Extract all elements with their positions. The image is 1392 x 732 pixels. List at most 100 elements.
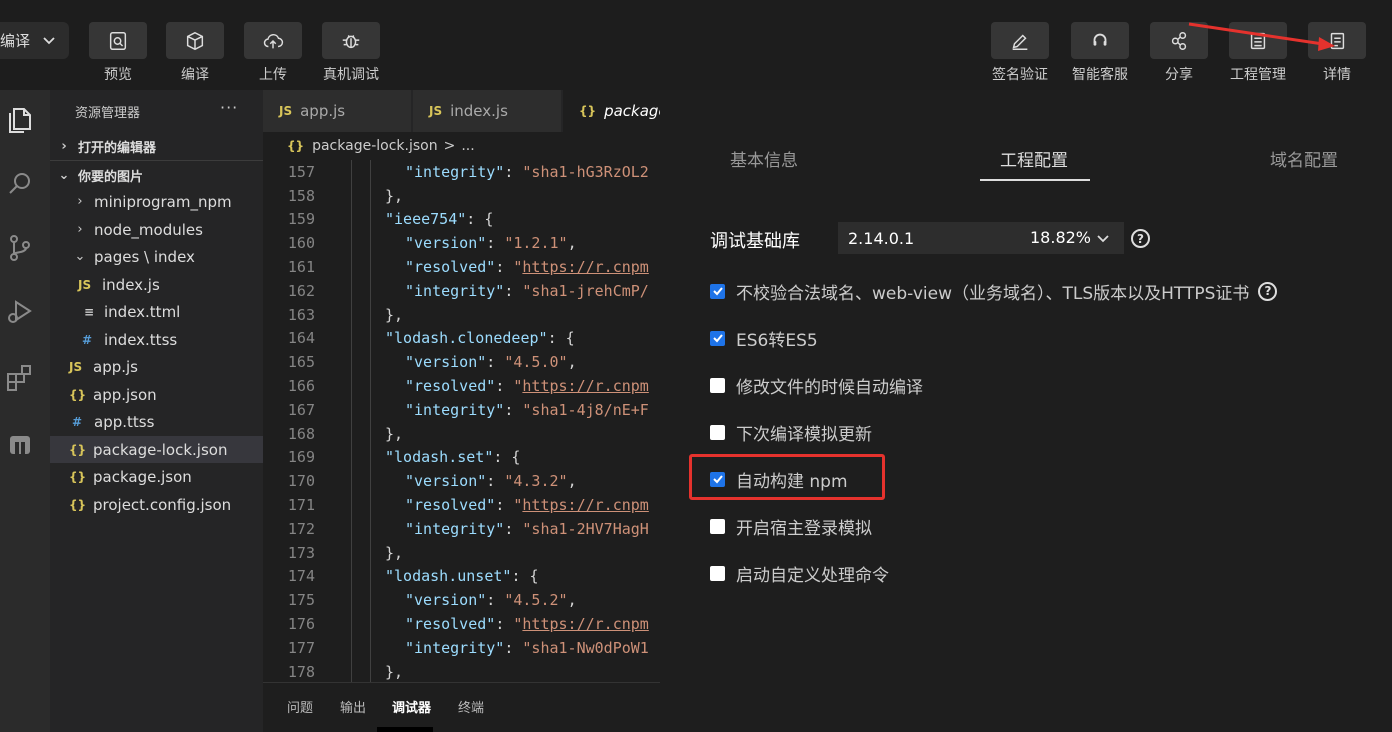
tree-file-package-json[interactable]: {} package.json xyxy=(50,463,263,490)
remote-icon[interactable] xyxy=(4,428,36,460)
code-line[interactable]: 171 "resolved": "https://r.cnpm xyxy=(263,493,660,517)
code-line[interactable]: 167 "integrity": "sha1-4j8/nE+F xyxy=(263,398,660,422)
tab-debugger[interactable]: 调试器 xyxy=(392,697,431,716)
code-line[interactable]: 163}, xyxy=(263,303,660,327)
tree-folder-pages-index[interactable]: ⌄ pages \ index xyxy=(50,243,263,270)
code-text: "resolved": "https://r.cnpm xyxy=(315,258,649,276)
tree-item-label: pages \ index xyxy=(94,247,195,266)
option-skip-domain-check[interactable]: 不校验合法域名、web-view（业务域名）、TLS版本以及HTTPS证书 ? xyxy=(710,279,1278,304)
base-lib-select[interactable]: 2.14.0.1 18.82% xyxy=(838,222,1124,254)
search-icon[interactable] xyxy=(4,168,36,200)
chevron-down-icon: ⌄ xyxy=(58,168,70,183)
checkbox-unchecked[interactable] xyxy=(710,377,725,393)
code-line[interactable]: 170 "version": "4.3.2", xyxy=(263,469,660,493)
checkbox-checked[interactable] xyxy=(710,283,725,299)
tab-app-js[interactable]: JS app.js xyxy=(263,90,411,132)
option-custom-command[interactable]: 启动自定义处理命令 xyxy=(710,561,889,586)
code-line[interactable]: 174 "lodash.unset": { xyxy=(263,565,660,589)
tree-item-label: app.js xyxy=(93,357,138,376)
code-line[interactable]: 178}, xyxy=(263,660,660,684)
compile-button[interactable]: 编译 xyxy=(165,22,225,84)
code-line[interactable]: 169 "lodash.set": { xyxy=(263,446,660,470)
upload-cloud-icon xyxy=(263,33,284,48)
open-editors-section[interactable]: › 打开的编辑器 xyxy=(50,133,263,160)
check-icon xyxy=(712,287,723,296)
code-line[interactable]: 162 "integrity": "sha1-jrehCmP/ xyxy=(263,279,660,303)
upload-button[interactable]: 上传 xyxy=(243,22,303,84)
tab-output[interactable]: 输出 xyxy=(340,697,366,716)
checkbox-unchecked[interactable] xyxy=(710,424,725,440)
code-line[interactable]: 172 "integrity": "sha1-2HV7HagH xyxy=(263,517,660,541)
breadcrumb-rest[interactable]: ... xyxy=(461,138,474,154)
line-number: 169 xyxy=(287,448,315,467)
customer-service-button[interactable]: 智能客服 xyxy=(1070,22,1130,84)
tree-item-label: index.ttss xyxy=(104,330,178,349)
code-token: , xyxy=(567,591,577,610)
tree-file-package-lock-json[interactable]: {} package-lock.json xyxy=(50,436,263,463)
tree-file-app-json[interactable]: {} app.json xyxy=(50,381,263,408)
tab-domain-config[interactable]: 域名配置 xyxy=(1270,146,1338,171)
help-icon[interactable]: ? xyxy=(1258,281,1278,301)
code-token: "resolved" xyxy=(405,377,496,396)
checkbox-checked[interactable] xyxy=(710,330,725,346)
checkbox-unchecked[interactable] xyxy=(710,565,725,581)
tab-package-lock-json[interactable]: {} package xyxy=(563,90,660,132)
code-line[interactable]: 160 "version": "1.2.1", xyxy=(263,231,660,255)
tree-file-index-js[interactable]: JS index.js xyxy=(50,271,263,298)
line-number: 171 xyxy=(287,496,315,515)
tree-folder-miniprogram-npm[interactable]: › miniprogram_npm xyxy=(50,188,263,215)
code-line[interactable]: 161 "resolved": "https://r.cnpm xyxy=(263,255,660,279)
remote-debug-button[interactable]: 真机调试 xyxy=(321,22,381,84)
option-es6-to-es5[interactable]: ES6转ES5 xyxy=(710,326,818,351)
code-token: "version" xyxy=(405,591,487,610)
code-token: "integrity" xyxy=(405,281,505,300)
code-line[interactable]: 166 "resolved": "https://r.cnpm xyxy=(263,374,660,398)
preview-button[interactable]: 预览 xyxy=(88,22,148,84)
source-control-icon[interactable] xyxy=(4,232,36,264)
code-token: "resolved" xyxy=(405,258,496,277)
code-line[interactable]: 157 "integrity": "sha1-hG3RzOL2 xyxy=(263,160,660,184)
code-line[interactable]: 159 "ieee754": { xyxy=(263,208,660,232)
breadcrumb-separator: > xyxy=(443,138,456,154)
line-number: 165 xyxy=(287,353,315,372)
tree-file-app-ttss[interactable]: # app.ttss xyxy=(50,408,263,435)
tree-folder-node-modules[interactable]: › node_modules xyxy=(50,216,263,243)
option-simulate-update[interactable]: 下次编译模拟更新 xyxy=(710,420,872,445)
option-auto-compile[interactable]: 修改文件的时候自动编译 xyxy=(710,373,923,398)
tree-file-project-config-json[interactable]: {} project.config.json xyxy=(50,491,263,518)
compile-mode-select[interactable]: 编译 xyxy=(0,22,69,59)
project-root-section[interactable]: ⌄ 你要的图片 xyxy=(50,162,263,189)
code-line[interactable]: 158}, xyxy=(263,184,660,208)
tree-file-app-js[interactable]: JS app.js xyxy=(50,353,263,380)
tab-basic-info[interactable]: 基本信息 xyxy=(730,146,798,171)
tab-terminal[interactable]: 终端 xyxy=(458,697,484,716)
code-line[interactable]: 175 "version": "4.5.2", xyxy=(263,588,660,612)
code-text: }, xyxy=(315,425,403,443)
project-root-label: 你要的图片 xyxy=(78,170,144,185)
breadcrumb: {} package-lock.json > ... xyxy=(263,132,660,160)
run-debug-icon[interactable] xyxy=(4,296,36,328)
code-line[interactable]: 164 "lodash.clonedeep": { xyxy=(263,327,660,351)
code-line[interactable]: 173}, xyxy=(263,541,660,565)
code-line[interactable]: 177 "integrity": "sha1-Nw0dPoW1 xyxy=(263,636,660,660)
more-actions-icon[interactable]: ··· xyxy=(220,98,238,117)
code-token: : xyxy=(504,281,523,300)
code-token: "sha1-Nw0dPoW1 xyxy=(522,638,649,657)
code-line[interactable]: 168}, xyxy=(263,422,660,446)
tab-project-config[interactable]: 工程配置 xyxy=(1000,146,1068,171)
tab-problems[interactable]: 问题 xyxy=(287,697,313,716)
files-icon[interactable] xyxy=(4,104,36,136)
breadcrumb-file[interactable]: package-lock.json xyxy=(312,138,438,154)
code-token: : xyxy=(495,377,514,396)
tab-index-js[interactable]: JS index.js xyxy=(413,90,561,132)
help-icon[interactable]: ? xyxy=(1131,229,1150,248)
tree-file-index-ttml[interactable]: ≡ index.ttml xyxy=(50,298,263,325)
signature-verify-button[interactable]: 签名验证 xyxy=(990,22,1050,84)
code-line[interactable]: 176 "resolved": "https://r.cnpm xyxy=(263,612,660,636)
checkbox-unchecked[interactable] xyxy=(710,518,725,534)
line-number: 161 xyxy=(287,258,315,277)
code-line[interactable]: 165 "version": "4.5.0", xyxy=(263,350,660,374)
option-host-login-simulation[interactable]: 开启宿主登录模拟 xyxy=(710,514,872,539)
extensions-icon[interactable] xyxy=(4,362,36,394)
tree-file-index-ttss[interactable]: # index.ttss xyxy=(50,326,263,353)
